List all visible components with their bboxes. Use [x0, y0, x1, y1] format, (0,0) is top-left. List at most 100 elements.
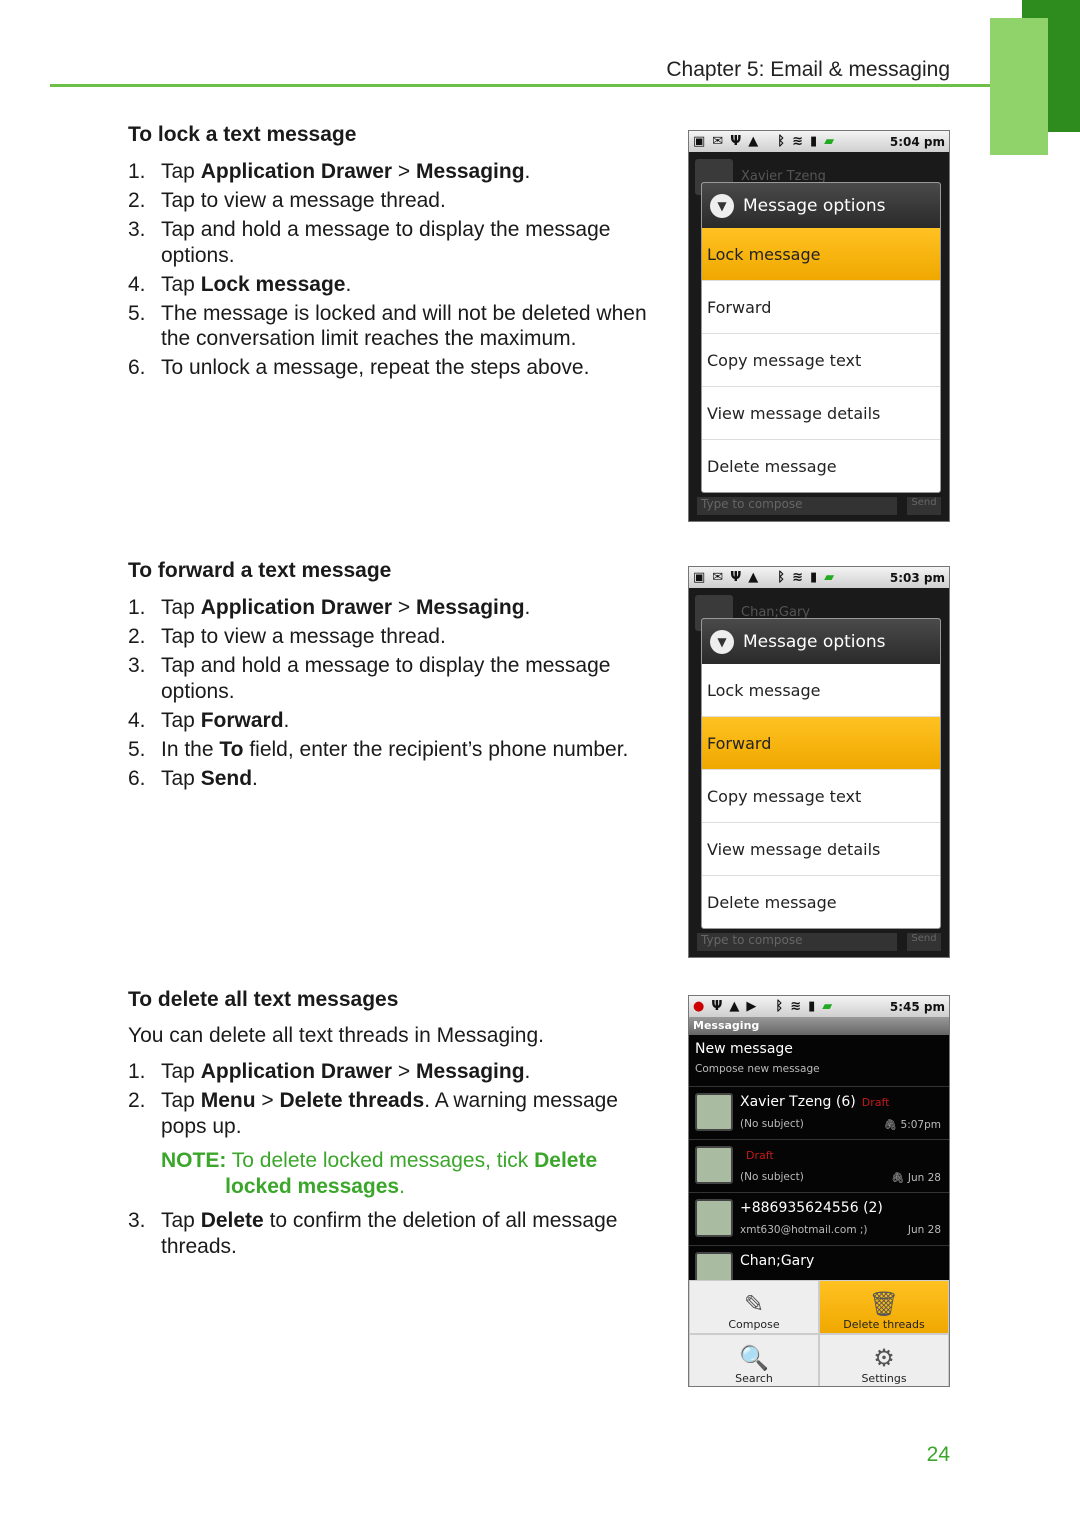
chevron-down-icon: ▼: [710, 629, 734, 654]
steps-delete: 1. Tap Application Drawer > Messaging. 2. T…: [128, 1059, 668, 1143]
menu-item[interactable]: View message details: [702, 387, 940, 440]
delete-threads-icon: 🗑: [868, 1290, 900, 1318]
status-time: 5:03 pm: [889, 570, 945, 585]
wifi-icon: ≋: [792, 134, 803, 149]
step: 6. To unlock a message, repeat the steps …: [128, 356, 590, 379]
screenshot-delete-threads: ● Ψ ▲ ▶ ᛒ ≋ ▮ ▰ 5:45 pm Messaging New message Compo…: [688, 995, 950, 1387]
signal-icon: ▮: [809, 570, 818, 585]
step: 2. Tap to view a message thread.: [128, 189, 446, 212]
chapter-header: Chapter 5: Email & messaging: [666, 58, 950, 81]
chevron-down-icon: ▼: [710, 193, 734, 218]
menu-search-button[interactable]: 🔍 Search: [689, 1334, 819, 1386]
bluetooth-icon: ᛒ: [775, 999, 784, 1014]
thread-name: Xavier Tzeng (6): [740, 1094, 856, 1110]
decor-bar-light: [990, 18, 1048, 155]
menu-item[interactable]: Lock message: [702, 664, 940, 717]
notification-icon: ▣: [693, 570, 706, 585]
menu-delete-threads-button[interactable]: 🗑 Delete threads: [819, 1280, 949, 1334]
thread-time: Jun 28: [907, 1224, 941, 1236]
section-intro: You can delete all text threads in Messa…: [128, 1024, 544, 1047]
email-icon: ✉: [712, 134, 724, 149]
status-time: 5:45 pm: [889, 999, 945, 1014]
dialog-title-text: Message options: [743, 631, 886, 652]
dialog-title: ▼ Message options: [702, 619, 940, 664]
thread-subject: (No subject): [740, 1171, 804, 1183]
step: 4. Tap Lock message.: [128, 272, 352, 296]
bluetooth-icon: ᛒ: [777, 134, 786, 149]
menu-item[interactable]: Copy message text: [702, 334, 940, 387]
thread-time: 🖇 5:07pm: [883, 1119, 941, 1131]
play-icon: ▶: [746, 999, 757, 1014]
section-title: To lock a text message: [128, 123, 357, 146]
compose-icon: ✎: [743, 1290, 765, 1318]
notification-badge-icon: ●: [693, 999, 705, 1014]
new-message-item[interactable]: New message Compose new message: [689, 1035, 949, 1087]
battery-icon: ▰: [824, 570, 835, 585]
thread-item[interactable]: +886935624556 (2) xmt630@hotmail.com ;) Ju…: [689, 1193, 949, 1246]
screenshot-forward: ▣ ✉ Ψ ▲ ᛒ ≋ ▮ ▰ 5:03 pm Chan;Gary Type to compose S…: [688, 566, 950, 958]
thread-item[interactable]: Draft (No subject) 🖇 Jun 28: [689, 1140, 949, 1193]
steps-delete-2: 3. Tap Delete to confirm the deletion of …: [128, 1208, 668, 1263]
step: 6. Tap Send.: [128, 766, 258, 790]
battery-icon: ▰: [822, 999, 833, 1014]
send-button: Send: [907, 933, 941, 951]
status-time: 5:04 pm: [889, 134, 945, 149]
note: NOTE: To delete locked messages, tick De…: [161, 1149, 598, 1198]
menu-item[interactable]: Forward: [702, 717, 940, 770]
menu-label: Delete threads: [843, 1318, 925, 1331]
step: 3. Tap and hold a message to display the …: [128, 218, 611, 267]
email-icon: ✉: [712, 570, 724, 585]
step: 1. Tap Application Drawer > Messaging.: [128, 160, 531, 183]
new-message-sub: Compose new message: [695, 1063, 820, 1075]
thread-time: 🖇 Jun 28: [891, 1172, 941, 1184]
header-rule: [50, 84, 990, 87]
section-title: To delete all text messages: [128, 988, 399, 1011]
step: 1. Tap Application Drawer > Messaging.: [128, 596, 531, 619]
dialog-title-text: Message options: [743, 195, 886, 216]
thread-item[interactable]: Xavier Tzeng (6) Draft (No subject) 🖇 5:07p…: [689, 1087, 949, 1140]
step: 4. Tap Forward.: [128, 708, 290, 732]
send-button: Send: [907, 497, 941, 515]
thread-name: +886935624556 (2): [740, 1200, 883, 1216]
new-message-title: New message: [695, 1041, 793, 1057]
menu-item[interactable]: Delete message: [702, 876, 940, 928]
menu-item[interactable]: Forward: [702, 281, 940, 334]
thread-name: Chan;Gary: [740, 1253, 815, 1269]
menu-item[interactable]: Lock message: [702, 228, 940, 281]
thread-subject: xmt630@hotmail.com ;): [740, 1224, 868, 1236]
status-bar: ● Ψ ▲ ▶ ᛒ ≋ ▮ ▰ 5:45 pm: [689, 996, 949, 1017]
signal-icon: ▮: [808, 999, 816, 1014]
menu-settings-button[interactable]: ⚙ Settings: [819, 1334, 949, 1386]
compose-field: Type to compose: [697, 933, 897, 951]
draft-label: Draft: [861, 1096, 890, 1109]
thread-subject: (No subject): [740, 1118, 804, 1130]
steps-forward: 1. Tap Application Drawer > Messaging. 2. T…: [128, 595, 668, 795]
menu-item[interactable]: Copy message text: [702, 770, 940, 823]
bluetooth-icon: ᛒ: [777, 570, 786, 585]
message-options-dialog: ▼ Message options Lock message Forward Copy …: [701, 618, 941, 929]
search-icon: 🔍: [739, 1344, 769, 1372]
step: 2. Tap Menu > Delete threads. A warning m…: [128, 1089, 618, 1138]
step: 1. Tap Application Drawer > Messaging.: [128, 1060, 531, 1083]
avatar: [695, 1093, 733, 1131]
signal-icon: ▮: [809, 134, 818, 149]
warning-icon: ▲: [729, 999, 740, 1014]
settings-icon: ⚙: [873, 1344, 895, 1372]
steps-lock: 1. Tap Application Drawer > Messaging. 2. T…: [128, 159, 668, 384]
step: 5. In the To field, enter the recipient’s…: [128, 737, 629, 761]
menu-compose-button[interactable]: ✎ Compose: [689, 1280, 819, 1334]
usb-icon: Ψ: [730, 570, 742, 585]
usb-icon: Ψ: [730, 134, 742, 149]
warning-icon: ▲: [748, 134, 759, 149]
wifi-icon: ≋: [790, 999, 802, 1014]
status-bar: ▣ ✉ Ψ ▲ ᛒ ≋ ▮ ▰ 5:04 pm: [689, 131, 949, 152]
menu-item[interactable]: View message details: [702, 823, 940, 876]
screenshot-lock-message: ▣ ✉ Ψ ▲ ᛒ ≋ ▮ ▰ 5:04 pm Xavier Tzeng Type to compo…: [688, 130, 950, 522]
step: 5. The message is locked and will not be …: [128, 301, 647, 351]
menu-item[interactable]: Delete message: [702, 440, 940, 492]
battery-icon: ▰: [824, 134, 835, 149]
menu-label: Settings: [861, 1372, 907, 1385]
compose-field: Type to compose: [697, 497, 897, 515]
app-title: Messaging: [689, 1017, 949, 1035]
usb-icon: Ψ: [711, 999, 723, 1014]
